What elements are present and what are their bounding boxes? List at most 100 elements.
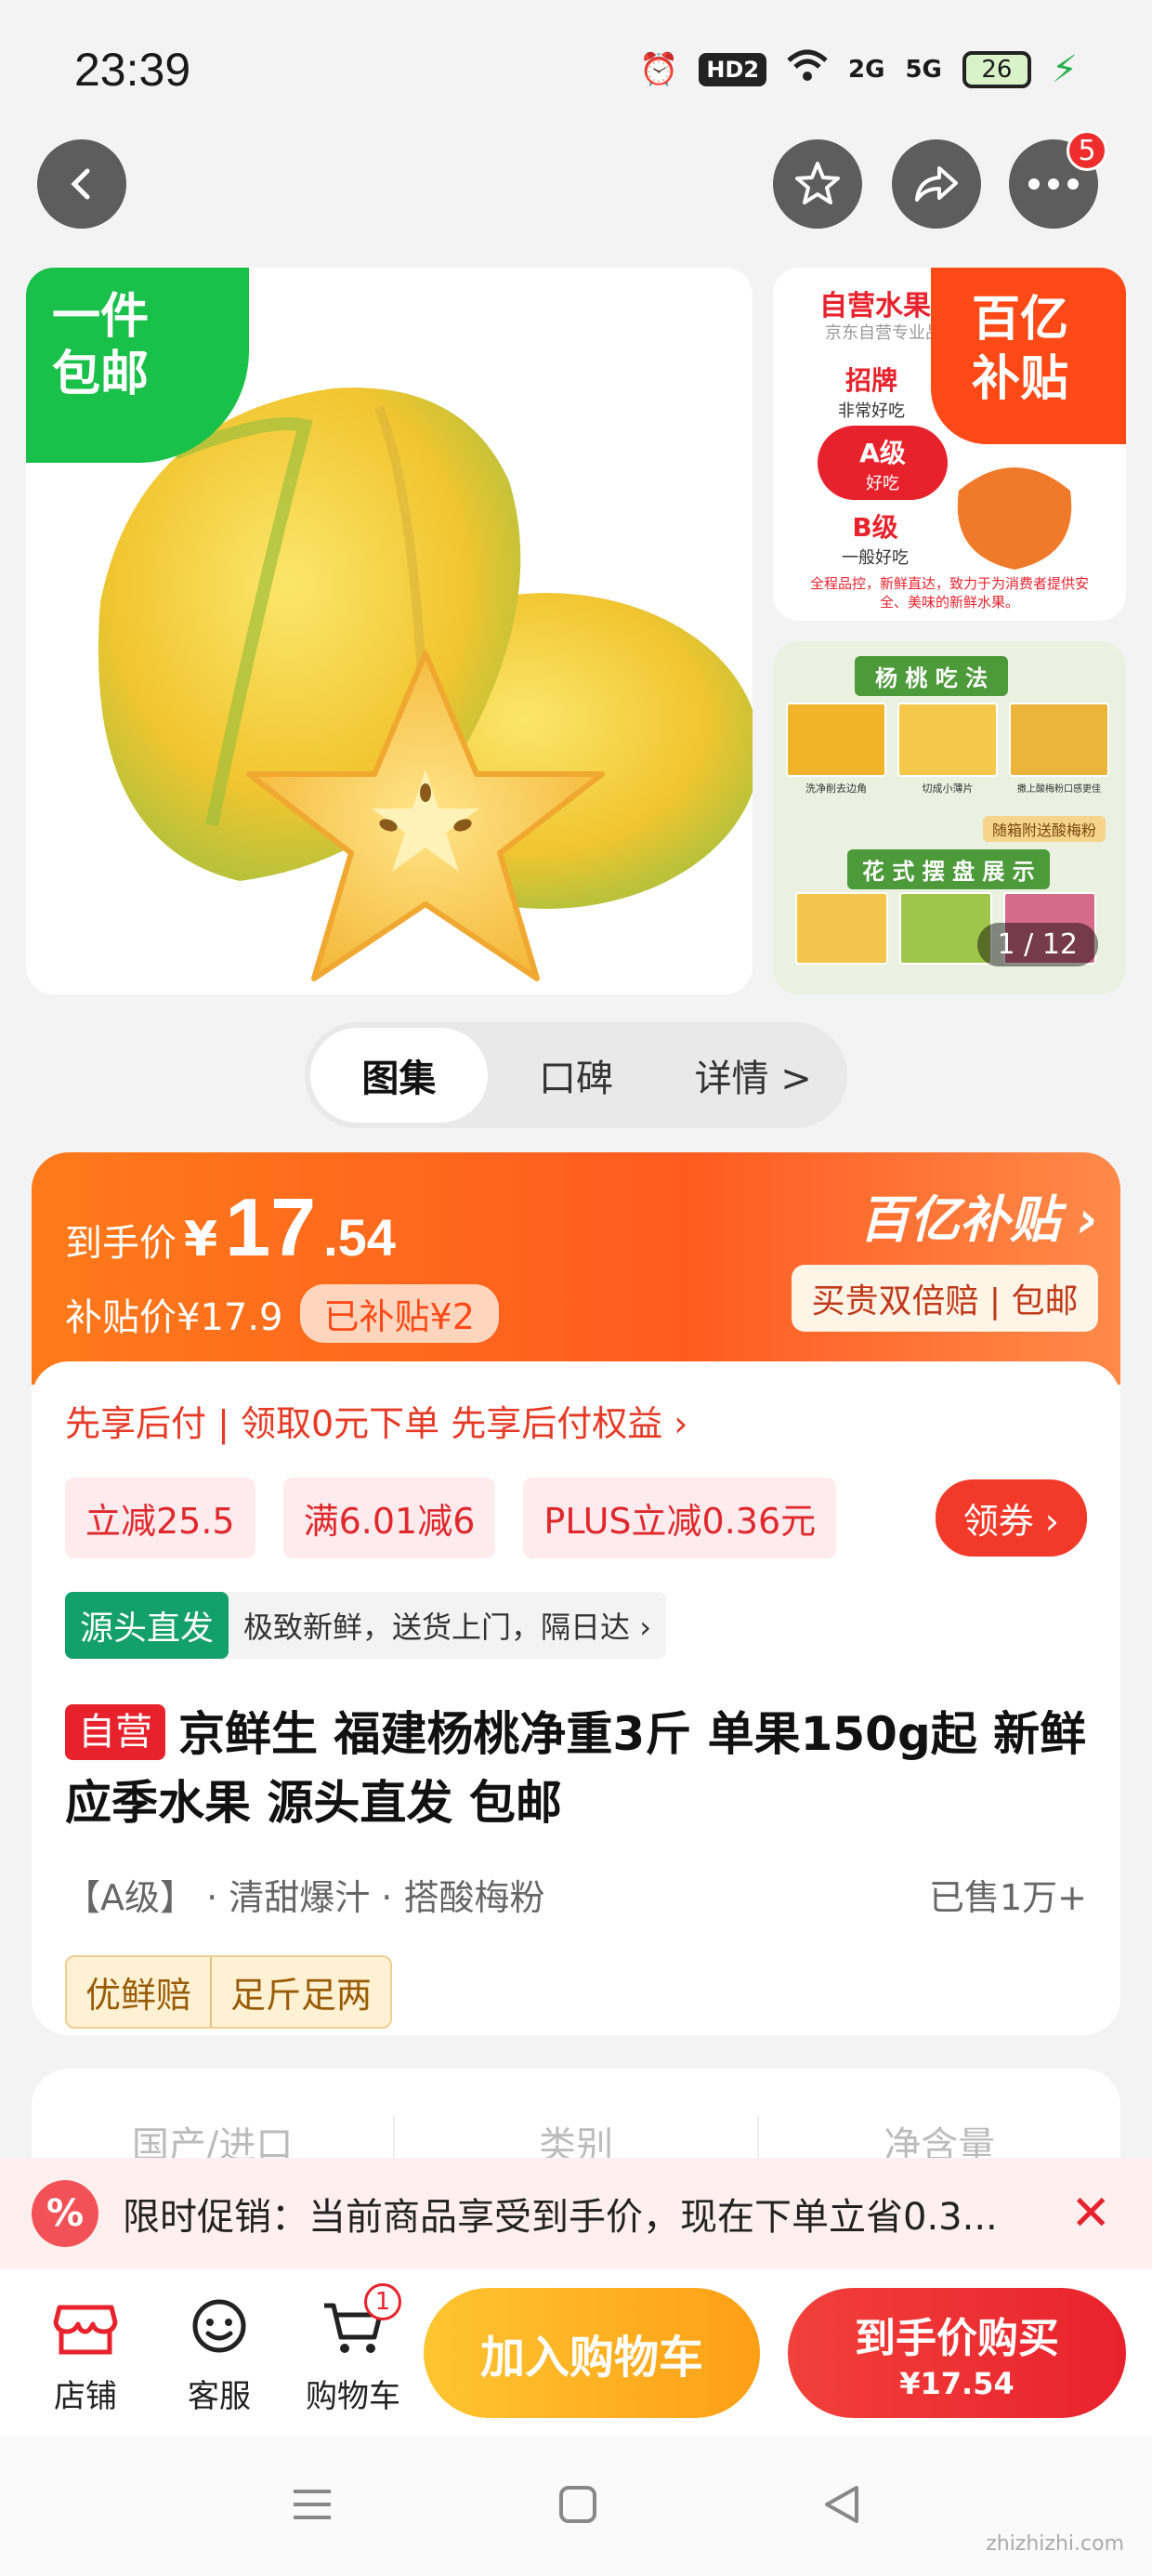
- more-dots-icon: [1028, 178, 1079, 190]
- tab-reviews[interactable]: 口碑: [488, 1028, 665, 1123]
- cart-button[interactable]: 1 购物车: [286, 2282, 420, 2416]
- direct-ship-tag: 源头直发: [65, 1592, 229, 1659]
- price-body: 先享后付 | 领取0元下单 先享后付权益 › 立减25.5 满6.01减6 PL…: [32, 1361, 1120, 2035]
- customer-service-button[interactable]: 客服: [152, 2291, 286, 2416]
- thumb1-sub: 京东自营专业品: [825, 323, 942, 343]
- wifi-icon: [787, 49, 828, 91]
- gallery-tabs: 图集 口碑 详情 >: [305, 1022, 847, 1128]
- sold-count: 已售1万+: [928, 1877, 1087, 1918]
- howto-step-label: 切成小薄片: [922, 782, 974, 795]
- store-icon: [19, 2291, 152, 2365]
- service-label: 客服: [188, 2377, 251, 2415]
- subsidy-brand-title: 百亿补贴 ›: [858, 1190, 1098, 1249]
- coupon-row: 立减25.5 满6.01减6 PLUS立减0.36元 领券 ›: [65, 1478, 1087, 1558]
- battery-icon: 26: [962, 51, 1031, 88]
- product-title: 自营 京鲜生 福建杨桃净重3斤 单果150g起 新鲜应季水果 源头直发 包邮: [65, 1700, 1087, 1837]
- final-price-label: 到手价: [65, 1222, 177, 1265]
- back-nav-icon[interactable]: [821, 2484, 862, 2529]
- watermark: zhizhizhi.com: [986, 2532, 1124, 2556]
- tab-gallery[interactable]: 图集: [310, 1028, 488, 1123]
- status-icons: ⏰ HD2 2G 5G 26 ⚡: [639, 48, 1078, 91]
- promo-text: 限时促销：当前商品享受到手价，现在下单立省0.3...: [123, 2196, 998, 2239]
- product-attributes: 【A级】 · 清甜爆汁 · 搭酸梅粉 已售1万+: [65, 1869, 1087, 1920]
- badge-fresh-guarantee: 优鲜赔: [85, 1975, 192, 2016]
- subsidy-guarantee: 买贵双倍赔 | 包邮: [792, 1265, 1098, 1332]
- product-title-text: 京鲜生 福建杨桃净重3斤 单果150g起 新鲜应季水果 源头直发 包邮: [65, 1707, 1087, 1830]
- spec-net-weight: 净含量: [884, 2124, 996, 2162]
- coupon-item[interactable]: PLUS立减0.36元: [523, 1478, 837, 1558]
- status-time: 23:39: [74, 44, 191, 96]
- main-product-image[interactable]: 一件 包邮: [26, 268, 753, 994]
- price-card: 到手价 ¥ 17 .54 补贴价¥17.9 已补贴¥2 百亿补贴 › 买贵双倍赔…: [32, 1152, 1120, 2035]
- direct-ship-row[interactable]: 源头直发 极致新鲜，送货上门，隔日达 ›: [65, 1592, 666, 1659]
- howto-step-label: 撒上酸梅粉口感更佳: [1017, 784, 1101, 795]
- share-button[interactable]: [892, 139, 981, 229]
- chevron-left-icon: [71, 168, 90, 200]
- price-decimal: .54: [323, 1208, 396, 1267]
- grade-b-sub: 一般好吃: [842, 548, 909, 568]
- system-nav-bar: zhizhizhi.com: [0, 2437, 1152, 2576]
- subsidy-amount-pill: 已补贴¥2: [299, 1284, 499, 1343]
- buy-now-button[interactable]: 到手价购买 ¥17.54: [788, 2288, 1126, 2418]
- plating-image: [795, 892, 888, 965]
- grade-a-label: A级: [859, 438, 906, 468]
- howto-steps: 洗净削去边角 切成小薄片 撒上酸梅粉口感更佳: [786, 703, 1109, 795]
- coupon-item[interactable]: 满6.01减6: [282, 1478, 496, 1558]
- status-bar: 23:39 ⏰ HD2 2G 5G 26 ⚡: [0, 0, 1152, 139]
- grade-top-sub: 非常好吃: [838, 401, 905, 421]
- back-button[interactable]: [37, 139, 126, 229]
- ship-tag-line2: 包邮: [52, 347, 150, 402]
- close-icon[interactable]: ✕: [1070, 2186, 1111, 2241]
- subsidy-price: 补贴价¥17.9: [65, 1295, 283, 1339]
- price-banner: 到手价 ¥ 17 .54 补贴价¥17.9 已补贴¥2 百亿补贴 › 买贵双倍赔…: [32, 1152, 1120, 1385]
- home-icon[interactable]: [557, 2484, 598, 2529]
- spec-card: 国产/进口 类别 净含量: [32, 2069, 1120, 2162]
- store-button[interactable]: 店铺: [19, 2291, 152, 2416]
- favorite-button[interactable]: [773, 139, 862, 229]
- grade-top: 招牌 非常好吃: [838, 361, 905, 422]
- badge-full-weight: 足斤足两: [210, 1957, 390, 2027]
- bottom-action-bar: 店铺 客服 1 购物车 加入购物车 到手价购买 ¥17.54: [0, 2269, 1152, 2437]
- thumb2-heading: 杨 桃 吃 法: [855, 656, 1009, 696]
- howto-step-label: 洗净削去边角: [805, 782, 867, 795]
- subsidy-corner-line2: 补贴: [972, 351, 1069, 407]
- coupon-item[interactable]: 立减25.5: [65, 1478, 255, 1558]
- buy-button-label: 到手价购买: [855, 2315, 1059, 2362]
- get-coupon-button[interactable]: 领券 ›: [935, 1479, 1087, 1557]
- thumb1-footer: 全程品控，新鲜直达，致力于为消费者提供安全、美味的新鲜水果。: [809, 575, 1089, 611]
- howto-step-image: [786, 703, 886, 777]
- more-button[interactable]: 5: [1009, 130, 1107, 229]
- direct-ship-text: 极致新鲜，送货上门，隔日达 ›: [243, 1610, 651, 1645]
- image-counter: 1 / 12: [976, 923, 1098, 966]
- gallery-thumb-grades[interactable]: 自营水果品 京东自营专业品 招牌 非常好吃 A级 好吃 B级 一般好吃 全程品控…: [773, 268, 1126, 621]
- subsidy-brand[interactable]: 百亿补贴 › 买贵双倍赔 | 包邮: [792, 1178, 1098, 1332]
- howto-step: 撒上酸梅粉口感更佳: [1009, 703, 1109, 795]
- grade-a: A级 好吃: [818, 426, 948, 500]
- grade-top-label: 招牌: [844, 365, 897, 396]
- discount-icon: %: [32, 2180, 98, 2247]
- menu-icon[interactable]: [290, 2486, 334, 2527]
- persimmon-graphic: [957, 467, 1072, 570]
- buy-button-price: ¥17.54: [899, 2366, 1015, 2401]
- self-operated-tag: 自营: [65, 1704, 165, 1760]
- cart-label: 购物车: [306, 2377, 400, 2415]
- howto-step-image: [897, 703, 998, 777]
- howto-step: 切成小薄片: [897, 703, 998, 795]
- tab-details[interactable]: 详情 >: [664, 1028, 842, 1123]
- grade-b-label: B级: [852, 512, 898, 543]
- signal-5g-icon: 5G: [905, 56, 942, 84]
- pay-later-link[interactable]: 先享后付 | 领取0元下单 先享后付权益 ›: [65, 1395, 1087, 1446]
- grade-b: B级 一般好吃: [842, 507, 909, 569]
- signal-2g-icon: 2G: [848, 56, 885, 84]
- charging-icon: ⚡: [1051, 48, 1078, 91]
- add-to-cart-button[interactable]: 加入购物车: [424, 2288, 760, 2418]
- subsidy-corner-badge: 百亿 补贴: [931, 268, 1126, 444]
- promo-banner[interactable]: % 限时促销：当前商品享受到手价，现在下单立省0.3... ✕: [0, 2158, 1152, 2269]
- service-badges[interactable]: 优鲜赔 足斤足两: [65, 1955, 393, 2029]
- alarm-icon: ⏰: [638, 51, 679, 88]
- subsidy-corner-line1: 百亿: [972, 292, 1069, 348]
- plating-image: [899, 892, 992, 965]
- star-icon: [795, 162, 840, 204]
- gallery-thumb-howto[interactable]: 杨 桃 吃 法 洗净削去边角 切成小薄片 撒上酸梅粉口感更佳 随箱附送酸梅粉 花…: [773, 641, 1126, 994]
- attribute-list: 【A级】 · 清甜爆汁 · 搭酸梅粉: [65, 1877, 545, 1918]
